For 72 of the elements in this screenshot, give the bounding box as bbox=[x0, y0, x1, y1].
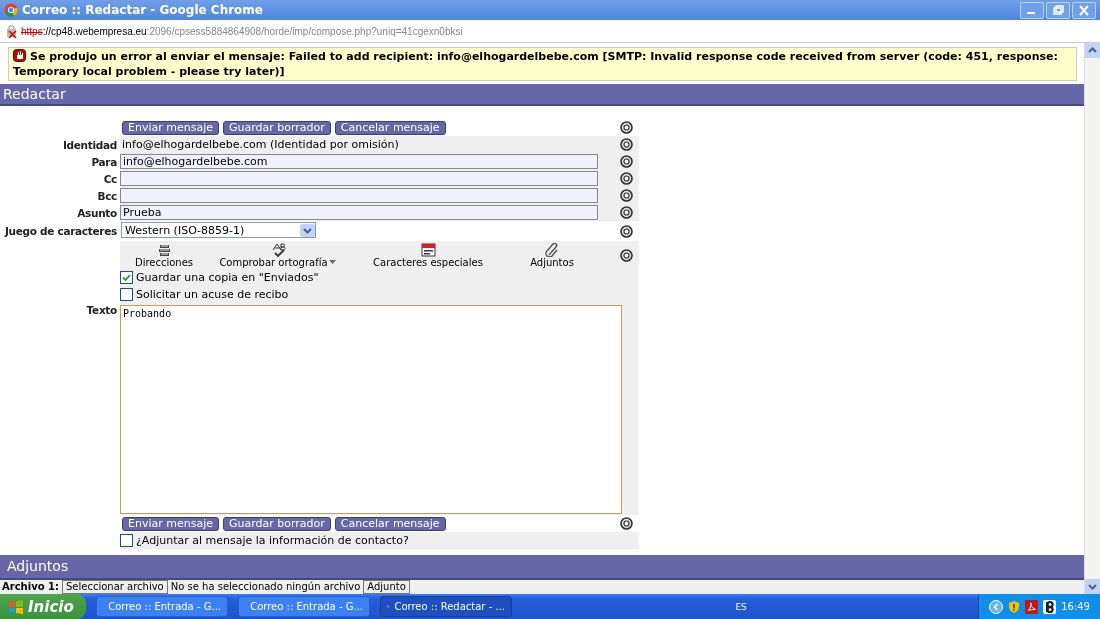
choose-file-button[interactable]: Seleccionar archivo bbox=[62, 580, 168, 594]
checkbox[interactable] bbox=[120, 271, 133, 284]
text-field[interactable] bbox=[120, 171, 598, 186]
field-label: Para bbox=[90, 155, 117, 168]
attach-icon bbox=[544, 243, 560, 257]
toolbar-button[interactable]: Comprobar ortografía bbox=[208, 243, 348, 269]
help-icon[interactable] bbox=[620, 120, 633, 134]
help-icon[interactable] bbox=[620, 206, 633, 219]
charmap-icon bbox=[420, 243, 436, 257]
help-icon[interactable] bbox=[620, 155, 633, 168]
field-label: Identidad bbox=[61, 138, 117, 151]
field-label: Juego de caracteres bbox=[3, 225, 117, 237]
action-button[interactable]: Cancelar mensaje bbox=[334, 121, 446, 135]
section-header: Redactar bbox=[0, 84, 1084, 106]
checkmark-icon bbox=[122, 273, 131, 282]
maximize-icon[interactable] bbox=[1046, 1, 1070, 19]
help-icon[interactable] bbox=[620, 189, 633, 202]
action-button[interactable]: Guardar borrador bbox=[223, 121, 331, 135]
pdf-reader-icon[interactable] bbox=[1025, 599, 1039, 614]
option-label: Solicitar un acuse de recibo bbox=[136, 288, 289, 301]
chrome-icon bbox=[4, 3, 18, 17]
option-label: Guardar una copia en "Enviados" bbox=[136, 271, 319, 284]
scroll-down-icon bbox=[1085, 579, 1100, 594]
error-message: Se produjo un error al enviar el mensaje: Failed to add recipient: info@elhogardelbebe.com [SMTP: Invalid response code received from server (code: 451, response: Temporary local problem - please try later)] bbox=[8, 47, 1077, 81]
text-field[interactable]: Prueba bbox=[120, 205, 598, 220]
stop-hand-icon bbox=[13, 49, 26, 62]
help-icon[interactable] bbox=[620, 138, 633, 151]
help-icon[interactable] bbox=[620, 248, 633, 262]
action-button[interactable]: Cancelar mensaje bbox=[334, 516, 446, 531]
spellcheck-icon bbox=[270, 243, 286, 257]
field-label: Texto bbox=[85, 303, 117, 316]
windows-logo-icon bbox=[8, 599, 24, 614]
language-indicator[interactable]: ES bbox=[735, 601, 747, 612]
field-label: Archivo 1: bbox=[2, 581, 59, 593]
address-url[interactable]: https://cp48.webempresa.eu:2096/cpsess5884864908/horde/imp/compose.php?uniq=41cgexn0bksi bbox=[21, 25, 463, 37]
expand-tray-icon[interactable] bbox=[989, 599, 1004, 614]
close-icon[interactable] bbox=[1072, 1, 1096, 19]
action-button[interactable]: Enviar mensaje bbox=[122, 516, 219, 531]
option-label: ¿Adjuntar al mensaje la información de contacto? bbox=[136, 534, 409, 547]
field-label: Bcc bbox=[96, 189, 117, 202]
checkbox[interactable] bbox=[120, 288, 133, 301]
text-field[interactable]: info@elhogardelbebe.com bbox=[120, 154, 598, 169]
toolbar-button[interactable]: Caracteres especiales bbox=[348, 243, 508, 269]
file-status: No se ha seleccionado ningún archivo bbox=[170, 581, 361, 593]
section-header: Adjuntos bbox=[0, 555, 1084, 580]
message-body-field[interactable]: Probando bbox=[120, 305, 622, 514]
taskbar-button[interactable]: Correo :: Entrada - G... bbox=[238, 596, 370, 617]
taskbar-button[interactable]: Correo :: Redactar - ... bbox=[380, 596, 512, 617]
help-icon[interactable] bbox=[620, 224, 633, 238]
taskbar-button[interactable]: Correo :: Entrada - G... bbox=[96, 596, 228, 617]
toolbar-button[interactable]: Adjuntos bbox=[508, 243, 596, 269]
action-button[interactable]: Guardar borrador bbox=[223, 516, 331, 531]
field-label: Cc bbox=[102, 172, 117, 185]
insecure-lock-icon bbox=[6, 24, 18, 38]
help-icon[interactable] bbox=[620, 517, 633, 530]
shield-icon[interactable] bbox=[1008, 599, 1021, 614]
clock: 16:49 bbox=[1061, 601, 1090, 612]
toolbar-button[interactable]: Direcciones bbox=[120, 243, 208, 269]
window-title: Correo :: Redactar - Google Chrome bbox=[22, 3, 263, 17]
scroll-up-icon bbox=[1085, 43, 1100, 58]
scrollbar[interactable] bbox=[1084, 43, 1100, 594]
disposition-dropdown[interactable]: Adjunto bbox=[363, 580, 410, 594]
minimize-icon[interactable] bbox=[1020, 1, 1044, 19]
checkbox[interactable] bbox=[120, 534, 133, 547]
text-field[interactable] bbox=[120, 188, 598, 203]
action-button[interactable]: Enviar mensaje bbox=[122, 121, 219, 135]
b-app-icon[interactable] bbox=[1043, 599, 1057, 614]
help-icon[interactable] bbox=[620, 172, 633, 185]
field-label: Asunto bbox=[76, 206, 117, 219]
start-button[interactable]: Inicio bbox=[0, 594, 86, 619]
charset-dropdown[interactable]: Western (ISO-8859-1) bbox=[121, 222, 316, 238]
identity-value: info@elhogardelbebe.com (Identidad por omisión) bbox=[121, 138, 399, 151]
